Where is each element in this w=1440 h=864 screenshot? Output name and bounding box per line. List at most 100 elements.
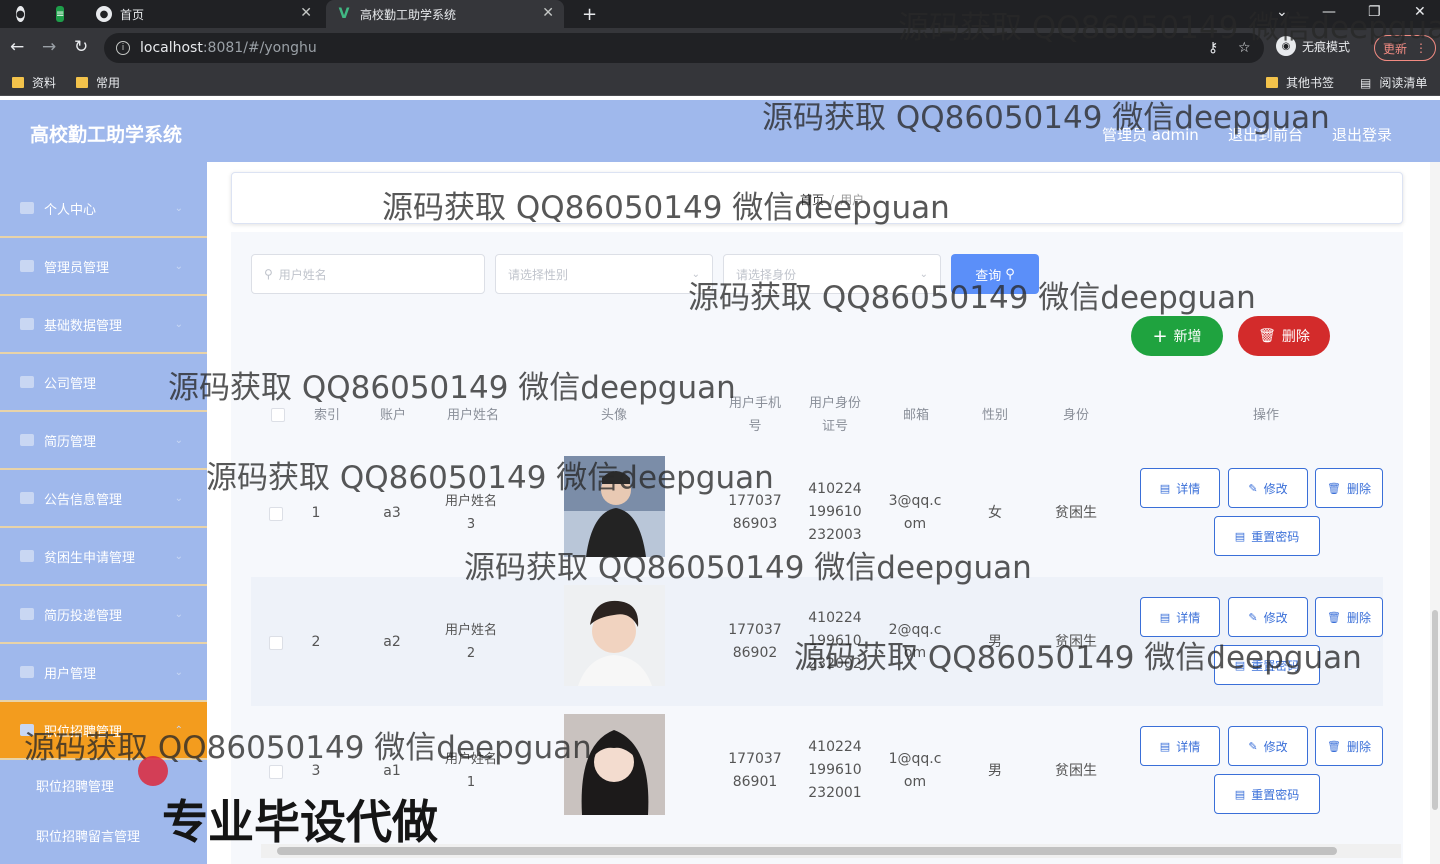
cell-name: 用户姓名2 <box>444 623 497 661</box>
folder-icon <box>1266 77 1278 88</box>
cell-email: 1@qq.com <box>888 751 942 790</box>
reset-password-button[interactable]: ▤ 重置密码 <box>1214 774 1320 814</box>
button-label: 删除 <box>1346 610 1371 625</box>
user-icon <box>20 202 34 214</box>
watermark: 源码获取 QQ86050149 微信deepguan <box>688 280 1256 316</box>
cell-index: 1 <box>311 505 321 521</box>
button-label: 删除 <box>1346 739 1371 754</box>
watermark: 源码获取 QQ86050149 微信deepguan <box>794 640 1362 676</box>
menu-item-poverty[interactable]: 贫困生申请管理 ⌄ <box>0 528 207 586</box>
name-placeholder: 用户姓名 <box>278 267 327 282</box>
chevron-down-icon: ⌄ <box>174 318 183 330</box>
info-icon[interactable]: i <box>116 41 130 55</box>
edit-icon: ✎ <box>1248 481 1258 495</box>
reading-list[interactable]: ▤ 阅读清单 <box>1360 74 1427 91</box>
bookmark-folder-2[interactable]: 常用 <box>76 74 120 91</box>
header-gender: 性别 <box>981 408 1008 423</box>
delete-label: 删除 <box>1281 329 1310 345</box>
row-checkbox[interactable] <box>269 507 283 521</box>
reading-list-icon: ▤ <box>1360 75 1372 90</box>
button-label: 详情 <box>1176 739 1201 754</box>
delete-button[interactable]: 🗑 删除 <box>1315 597 1383 637</box>
menu-label: 公告信息管理 <box>44 492 123 508</box>
document-icon: ▤ <box>1159 739 1171 753</box>
delete-button[interactable]: 🗑 删除 <box>1315 726 1383 766</box>
cell-gender: 女 <box>988 505 1002 521</box>
menu-item-personal[interactable]: 个人中心 ⌄ <box>0 180 207 238</box>
document-icon: ▤ <box>1159 481 1171 495</box>
folder-icon <box>12 77 24 88</box>
close-icon[interactable]: ✕ <box>542 5 554 21</box>
detail-button[interactable]: ▤ 详情 <box>1140 597 1220 637</box>
forward-icon[interactable]: → <box>42 37 56 57</box>
bookmark-label: 资料 <box>32 76 57 90</box>
browser-tab-pinned-2[interactable]: ≡ <box>46 0 80 28</box>
edit-button[interactable]: ✎ 修改 <box>1228 597 1308 637</box>
grid-icon <box>20 318 34 330</box>
delete-button[interactable]: 🗑 删除 <box>1315 468 1383 508</box>
select-all-checkbox[interactable] <box>271 408 285 422</box>
row-checkbox[interactable] <box>269 765 283 779</box>
menu-item-notice[interactable]: 公告信息管理 ⌄ <box>0 470 207 528</box>
admin-icon <box>20 260 34 272</box>
trash-icon: 🗑 <box>1327 610 1341 624</box>
menu-label: 简历管理 <box>44 434 97 450</box>
list-icon <box>20 492 34 504</box>
chevron-down-icon: ⌄ <box>174 434 183 446</box>
menu-item-basedata[interactable]: 基础数据管理 ⌄ <box>0 296 207 354</box>
vertical-scrollbar[interactable] <box>1430 162 1440 864</box>
detail-button[interactable]: ▤ 详情 <box>1140 726 1220 766</box>
menu-item-users[interactable]: 用户管理 ⌄ <box>0 644 207 702</box>
detail-button[interactable]: ▤ 详情 <box>1140 468 1220 508</box>
cell-phone: 17703786901 <box>728 751 782 790</box>
reset-password-button[interactable]: ▤ 重置密码 <box>1214 516 1320 556</box>
menu-item-admins[interactable]: 管理员管理 ⌄ <box>0 238 207 296</box>
search-icon: ⚲ <box>264 267 273 281</box>
back-icon[interactable]: ← <box>10 37 24 57</box>
github-icon: ● <box>96 6 112 22</box>
watermark: 源码获取 QQ86050149 微信deepguan <box>382 190 950 226</box>
menu-item-resume[interactable]: 简历管理 ⌄ <box>0 412 207 470</box>
new-tab-button[interactable]: + <box>572 0 602 28</box>
url-path: :8081/#/yonghu <box>202 40 317 56</box>
button-label: 修改 <box>1263 610 1288 625</box>
button-label: 删除 <box>1346 481 1371 496</box>
button-label: 重置密码 <box>1251 787 1300 802</box>
cell-identity: 贫困生 <box>1055 505 1097 521</box>
cell-idcard: 410224199610232001 <box>808 739 862 801</box>
avatar-image <box>564 585 665 686</box>
browser-tab-active[interactable]: V 高校勤工助学系统 ✕ <box>326 0 564 28</box>
cell-idcard: 410224199610232003 <box>808 481 862 543</box>
logout-link[interactable]: 退出登录 <box>1332 124 1392 145</box>
menu-item-delivery[interactable]: 简历投递管理 ⌄ <box>0 586 207 644</box>
browser-tab-pinned-1[interactable]: ● <box>6 0 40 28</box>
button-label: 重置密码 <box>1251 529 1300 544</box>
button-label: 详情 <box>1176 610 1201 625</box>
chevron-down-icon: ⌄ <box>174 550 183 562</box>
menu-label: 公司管理 <box>44 376 97 392</box>
edit-button[interactable]: ✎ 修改 <box>1228 468 1308 508</box>
app-title: 高校勤工助学系统 <box>30 124 183 146</box>
header-account: 账户 <box>379 408 406 423</box>
reload-icon[interactable]: ↻ <box>74 37 88 57</box>
add-button[interactable]: + 新增 <box>1131 316 1223 356</box>
chevron-down-icon: ⌄ <box>174 260 183 272</box>
document-icon: ▤ <box>1234 529 1246 543</box>
header-index: 索引 <box>313 408 340 423</box>
bookmark-folder-1[interactable]: 资料 <box>12 74 56 91</box>
browser-tab-home[interactable]: ● 首页 ✕ <box>86 0 322 28</box>
cell-phone: 17703786902 <box>728 622 782 661</box>
gender-select[interactable]: 请选择性别 ⌄ <box>495 254 713 294</box>
header-email: 邮箱 <box>902 408 929 423</box>
edit-button[interactable]: ✎ 修改 <box>1228 726 1308 766</box>
close-icon[interactable]: ✕ <box>300 5 312 21</box>
trash-icon: 🗑 <box>1327 739 1341 753</box>
document-icon: ▤ <box>1159 610 1171 624</box>
header-idcard: 用户身份证号 <box>808 396 861 434</box>
scrollbar-thumb[interactable] <box>1432 610 1438 810</box>
row-checkbox[interactable] <box>269 636 283 650</box>
other-bookmarks[interactable]: 其他书签 <box>1266 74 1334 91</box>
name-search-input[interactable]: ⚲ 用户姓名 <box>251 254 485 294</box>
batch-delete-button[interactable]: 🗑 删除 <box>1238 316 1330 356</box>
document-icon <box>20 550 34 562</box>
